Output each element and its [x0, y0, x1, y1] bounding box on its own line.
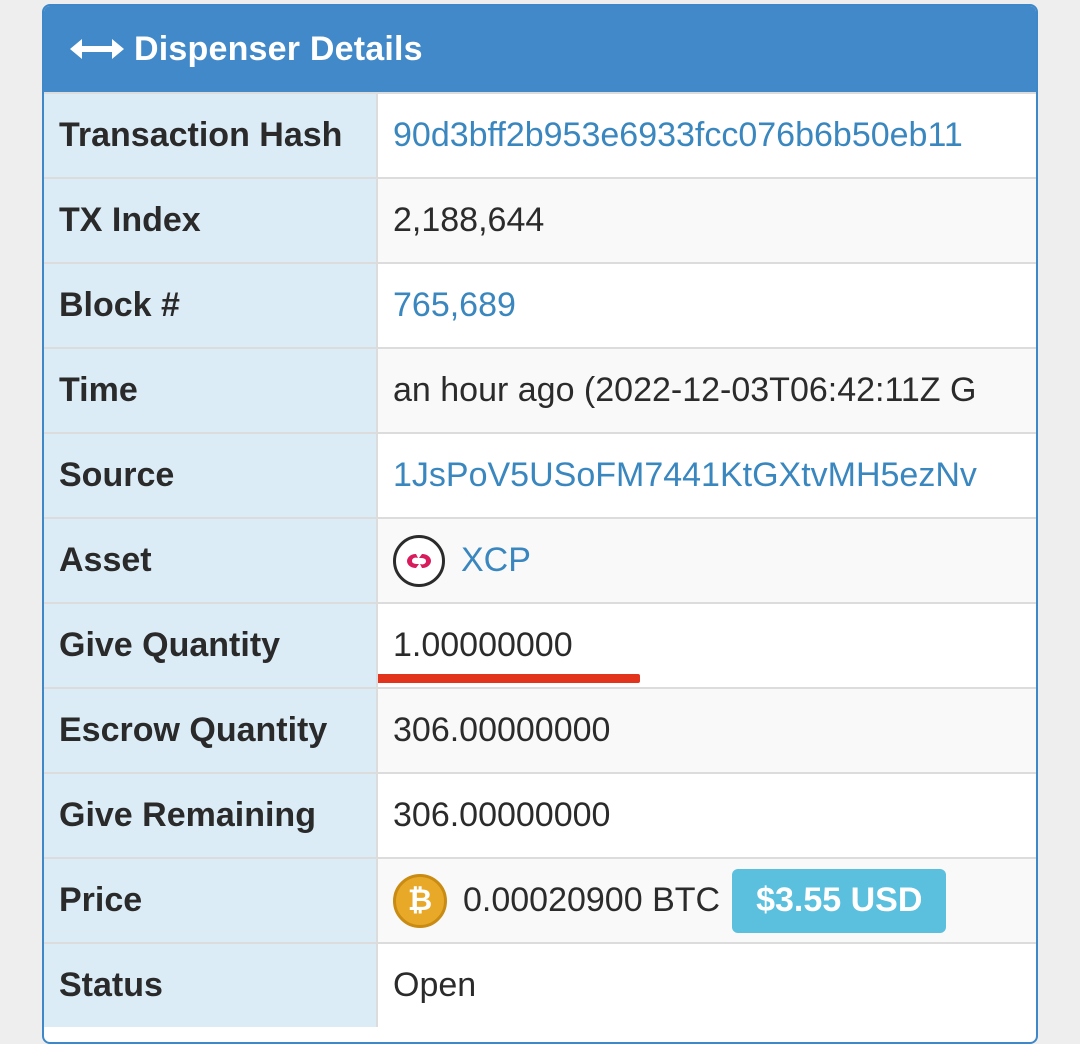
red-underline-annotation — [378, 674, 640, 683]
row-label: Asset — [44, 519, 378, 602]
bitcoin-icon: ₿ — [393, 873, 447, 928]
row-give-quantity: Give Quantity 1.00000000 — [44, 602, 1036, 687]
panel-title: Dispenser Details — [134, 29, 423, 68]
price-value: ₿ 0.00020900 BTC $3.55 USD — [378, 859, 1036, 942]
row-label: Transaction Hash — [44, 94, 378, 177]
row-label: Source — [44, 434, 378, 517]
row-status: Status Open — [44, 942, 1036, 1027]
transaction-hash-link[interactable]: 90d3bff2b953e6933fcc076b6b50eb11 — [378, 94, 1036, 177]
row-transaction-hash: Transaction Hash 90d3bff2b953e6933fcc076… — [44, 92, 1036, 177]
row-label: Escrow Quantity — [44, 689, 378, 772]
panel-header: Dispenser Details — [44, 6, 1036, 92]
time-value: an hour ago (2022-12-03T06:42:11Z G — [378, 349, 1036, 432]
row-time: Time an hour ago (2022-12-03T06:42:11Z G — [44, 347, 1036, 432]
left-right-arrow-icon — [70, 37, 124, 61]
status-value: Open — [393, 966, 477, 1004]
asset-link[interactable]: XCP — [461, 541, 531, 580]
block-number-link[interactable]: 765,689 — [378, 264, 1036, 347]
source-address-link[interactable]: 1JsPoV5USoFM7441KtGXtvMH5ezNv — [378, 434, 1036, 517]
row-label: Status — [44, 944, 378, 1027]
price-text: 0.00020900 BTC — [463, 881, 721, 919]
give-quantity-text: 1.00000000 — [393, 626, 573, 664]
usd-price-badge: $3.55 USD — [732, 868, 947, 933]
row-price: Price ₿ 0.00020900 BTC $3.55 USD — [44, 857, 1036, 942]
row-label: Block # — [44, 264, 378, 347]
row-label: Give Quantity — [44, 604, 378, 687]
details-table: Transaction Hash 90d3bff2b953e6933fcc076… — [44, 92, 1036, 1027]
row-block: Block # 765,689 — [44, 262, 1036, 347]
row-tx-index: TX Index 2,188,644 — [44, 177, 1036, 262]
row-asset: Asset XCP — [44, 517, 1036, 602]
give-quantity-value: 1.00000000 — [378, 604, 1036, 687]
xcp-logo-icon[interactable] — [393, 534, 445, 587]
row-label: Give Remaining — [44, 774, 378, 857]
row-label: TX Index — [44, 179, 378, 262]
give-remaining-value: 306.00000000 — [393, 796, 611, 834]
row-label: Time — [44, 349, 378, 432]
tx-index-value: 2,188,644 — [378, 179, 1036, 262]
row-escrow-quantity: Escrow Quantity 306.00000000 — [44, 687, 1036, 772]
dispenser-details-panel: Dispenser Details Transaction Hash 90d3b… — [42, 4, 1038, 1044]
escrow-quantity-value: 306.00000000 — [378, 689, 1036, 772]
asset-value: XCP — [378, 519, 1036, 602]
row-source: Source 1JsPoV5USoFM7441KtGXtvMH5ezNv — [44, 432, 1036, 517]
row-label: Price — [44, 859, 378, 942]
row-give-remaining: Give Remaining 306.00000000 — [44, 772, 1036, 857]
